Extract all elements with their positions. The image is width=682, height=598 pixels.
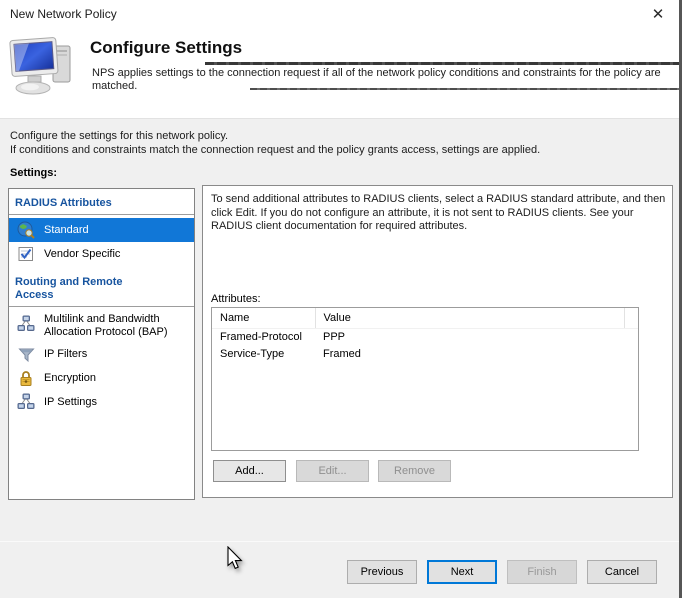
sidebar-item-vendor-specific[interactable]: Vendor Specific: [9, 242, 194, 266]
mouse-cursor: [227, 546, 244, 570]
standard-attributes-panel: To send additional attributes to RADIUS …: [202, 185, 673, 498]
sidebar-group-label: RADIUS Attributes: [15, 197, 145, 210]
attributes-table: Name Value Framed-Protocol PPP Service-T…: [212, 308, 639, 363]
table-row[interactable]: Framed-Protocol PPP: [212, 329, 639, 346]
add-button[interactable]: Add...: [213, 460, 286, 482]
vendor-specific-icon: [17, 245, 35, 263]
sidebar-item-label: Standard: [44, 224, 168, 237]
page-title: Configure Settings: [90, 38, 242, 58]
attribute-value-cell[interactable]: PPP: [315, 329, 624, 346]
sidebar-item-label: IP Filters: [44, 348, 168, 361]
attribute-name-cell[interactable]: Framed-Protocol: [212, 329, 315, 346]
encryption-lock-icon: [17, 369, 35, 387]
sidebar-item-label: Encryption: [44, 372, 168, 385]
footer-separator: [0, 541, 682, 542]
sidebar-item-label: Vendor Specific: [44, 248, 168, 261]
attributes-label: Attributes:: [211, 293, 261, 305]
sidebar-item-label: IP Settings: [44, 396, 168, 409]
standard-attribute-icon: [17, 221, 35, 239]
sidebar-group-routing-remote-access: Routing and Remote Access: [9, 274, 194, 307]
column-header-name[interactable]: Name: [212, 308, 315, 329]
sidebar-group-label: Routing and Remote Access: [15, 276, 145, 302]
previous-button[interactable]: Previous: [347, 560, 417, 584]
attributes-table-header: Name Value: [212, 308, 639, 329]
sidebar-item-ip-filters[interactable]: IP Filters: [9, 342, 194, 366]
cancel-button[interactable]: Cancel: [587, 560, 657, 584]
edit-button: Edit...: [296, 460, 369, 482]
finish-button: Finish: [507, 560, 577, 584]
multilink-network-icon: [17, 315, 35, 333]
next-button[interactable]: Next: [427, 560, 497, 584]
column-header-filler: [624, 308, 639, 329]
sidebar-item-ip-settings[interactable]: IP Settings: [9, 390, 194, 414]
scanline-artifact-top: [205, 62, 679, 65]
new-network-policy-dialog: New Network Policy ✕ Configure Settings …: [0, 0, 682, 598]
sidebar-group-radius-attributes: RADIUS Attributes: [9, 195, 194, 215]
sidebar-item-label: Multilink and Bandwidth Allocation Proto…: [44, 313, 168, 339]
table-row[interactable]: Service-Type Framed: [212, 346, 639, 363]
attribute-name-cell[interactable]: Service-Type: [212, 346, 315, 363]
sidebar-item-standard[interactable]: Standard: [9, 218, 194, 242]
computer-icon: [6, 34, 80, 100]
column-header-value[interactable]: Value: [315, 308, 624, 329]
scanline-artifact-bottom: [250, 88, 679, 90]
settings-sidebar: RADIUS Attributes Standard: [8, 188, 195, 500]
body-instruction-line1: Configure the settings for this network …: [10, 130, 228, 142]
settings-label: Settings:: [10, 167, 57, 179]
attributes-table-container: Name Value Framed-Protocol PPP Service-T…: [211, 307, 639, 451]
sidebar-item-multilink-bap[interactable]: Multilink and Bandwidth Allocation Proto…: [9, 310, 194, 342]
body-instruction-line2: If conditions and constraints match the …: [10, 144, 540, 156]
close-icon[interactable]: ✕: [647, 4, 669, 26]
panel-description: To send additional attributes to RADIUS …: [211, 193, 666, 234]
remove-button: Remove: [378, 460, 451, 482]
ip-settings-network-icon: [17, 393, 35, 411]
window-title: New Network Policy: [10, 7, 117, 21]
sidebar-item-encryption[interactable]: Encryption: [9, 366, 194, 390]
attribute-value-cell[interactable]: Framed: [315, 346, 624, 363]
ip-filters-icon: [17, 345, 35, 363]
